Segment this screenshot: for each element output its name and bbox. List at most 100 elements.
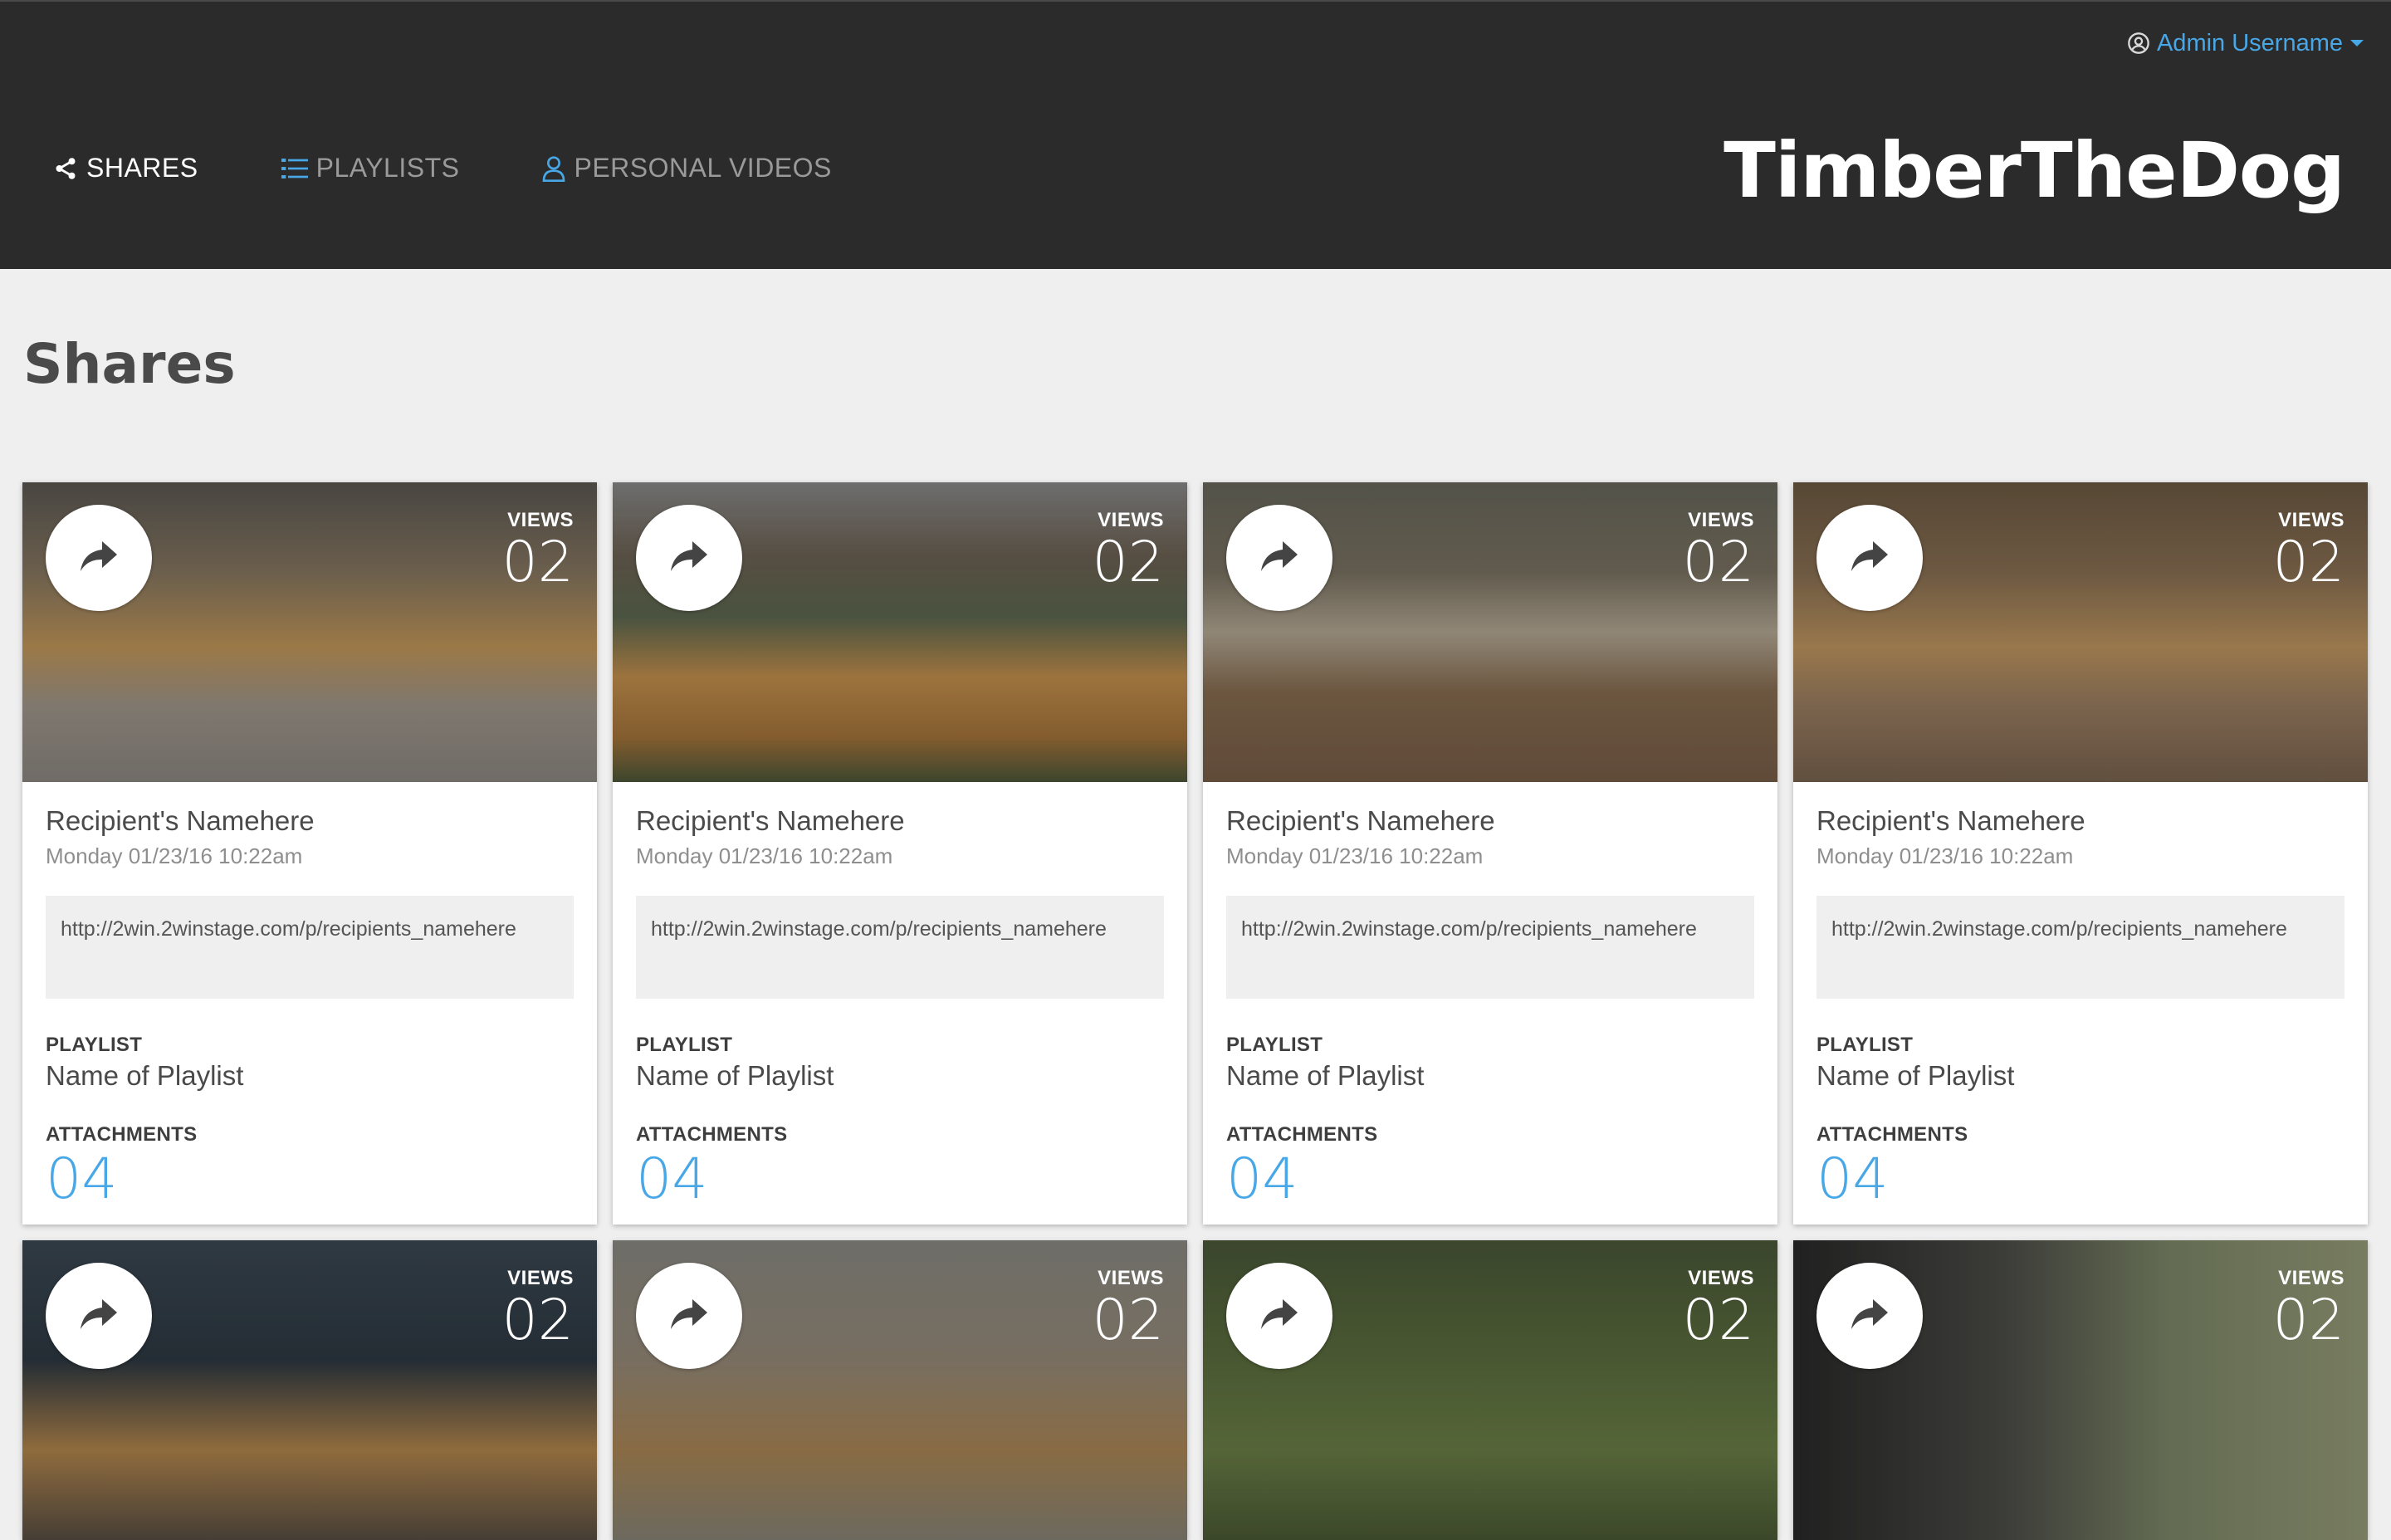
reply-arrow-icon	[1259, 1297, 1299, 1336]
views-counter: VIEWS 02	[1092, 509, 1164, 594]
views-counter: VIEWS 02	[1682, 509, 1754, 594]
views-count: 02	[501, 1288, 574, 1353]
views-label: VIEWS	[1098, 1267, 1164, 1289]
video-thumbnail[interactable]: VIEWS 02	[22, 482, 597, 782]
views-count: 02	[2272, 1288, 2345, 1353]
share-date: Monday 01/23/16 10:22am	[1226, 843, 1484, 868]
views-counter: VIEWS 02	[2272, 509, 2345, 594]
user-menu[interactable]: Admin Username	[2127, 27, 2364, 60]
recipient-name: Recipient's Namehere	[1226, 805, 1495, 836]
views-counter: VIEWS 02	[501, 509, 574, 594]
views-count: 02	[1682, 530, 1754, 595]
page-title: Shares	[23, 332, 236, 396]
views-counter: VIEWS 02	[2272, 1267, 2345, 1352]
share-button[interactable]	[46, 505, 152, 611]
reply-arrow-icon	[79, 539, 119, 578]
views-label: VIEWS	[1098, 509, 1164, 531]
video-thumbnail[interactable]: VIEWS 02	[613, 482, 1187, 782]
top-bar: Admin Username SHARES PLAYLISTS PERSONAL…	[0, 0, 2391, 269]
recipient-name: Recipient's Namehere	[636, 805, 905, 836]
reply-arrow-icon	[669, 539, 709, 578]
share-card[interactable]: VIEWS 02 Recipient's Namehere Monday 01/…	[1793, 482, 2368, 1225]
caret-down-icon	[2349, 38, 2364, 48]
share-link[interactable]: http://2win.2winstage.com/p/recipients_n…	[636, 896, 1164, 999]
nav-personal-videos-label: PERSONAL VIDEOS	[574, 153, 832, 183]
video-thumbnail[interactable]: VIEWS 02	[1793, 482, 2368, 782]
share-card[interactable]: VIEWS 02 Recipient's Namehere Monday 01/…	[22, 482, 597, 1225]
share-card[interactable]: VIEWS 02	[22, 1240, 597, 1540]
share-date: Monday 01/23/16 10:22am	[46, 843, 303, 868]
reply-arrow-icon	[79, 1297, 119, 1336]
views-count: 02	[1682, 1288, 1754, 1353]
attachments-label: ATTACHMENTS	[1816, 1123, 1968, 1146]
list-icon	[281, 157, 308, 180]
playlist-label: PLAYLIST	[1226, 1034, 1323, 1056]
views-label: VIEWS	[1688, 509, 1754, 531]
views-count: 02	[501, 530, 574, 595]
card-body: Recipient's Namehere Monday 01/23/16 10:…	[613, 782, 1187, 1225]
main-nav: SHARES PLAYLISTS PERSONAL VIDEOS	[53, 153, 832, 183]
views-count: 02	[1092, 530, 1164, 595]
card-body: Recipient's Namehere Monday 01/23/16 10:…	[22, 782, 597, 1225]
attachments-count[interactable]: 04	[46, 1151, 574, 1208]
card-body: Recipient's Namehere Monday 01/23/16 10:…	[1203, 782, 1777, 1225]
playlist-name: Name of Playlist	[636, 1060, 834, 1091]
nav-playlists[interactable]: PLAYLISTS	[281, 153, 460, 183]
views-count: 02	[1092, 1288, 1164, 1353]
share-button[interactable]	[46, 1263, 152, 1369]
share-link[interactable]: http://2win.2winstage.com/p/recipients_n…	[46, 896, 574, 999]
nav-personal-videos[interactable]: PERSONAL VIDEOS	[542, 153, 831, 183]
share-button[interactable]	[1226, 505, 1332, 611]
playlist-label: PLAYLIST	[46, 1034, 143, 1056]
brand-title: TimberTheDog	[1724, 126, 2345, 215]
views-label: VIEWS	[1688, 1267, 1754, 1289]
nav-shares[interactable]: SHARES	[53, 153, 198, 183]
attachments-count[interactable]: 04	[1816, 1151, 2345, 1208]
share-button[interactable]	[636, 505, 742, 611]
video-thumbnail[interactable]: VIEWS 02	[1203, 1240, 1777, 1540]
playlist-label: PLAYLIST	[636, 1034, 733, 1056]
video-thumbnail[interactable]: VIEWS 02	[1203, 482, 1777, 782]
recipient-name: Recipient's Namehere	[1816, 805, 2085, 836]
attachments-count[interactable]: 04	[1226, 1151, 1754, 1208]
views-counter: VIEWS 02	[1682, 1267, 1754, 1352]
user-name: Admin Username	[2156, 29, 2343, 56]
shares-grid: VIEWS 02 Recipient's Namehere Monday 01/…	[22, 482, 2369, 1540]
video-thumbnail[interactable]: VIEWS 02	[22, 1240, 597, 1540]
video-thumbnail[interactable]: VIEWS 02	[613, 1240, 1187, 1540]
views-counter: VIEWS 02	[1092, 1267, 1164, 1352]
playlist-name: Name of Playlist	[1816, 1060, 2015, 1091]
recipient-name: Recipient's Namehere	[46, 805, 315, 836]
views-counter: VIEWS 02	[501, 1267, 574, 1352]
attachments-label: ATTACHMENTS	[1226, 1123, 1378, 1146]
share-button[interactable]	[636, 1263, 742, 1369]
reply-arrow-icon	[669, 1297, 709, 1336]
share-button[interactable]	[1226, 1263, 1332, 1369]
playlist-label: PLAYLIST	[1816, 1034, 1914, 1056]
share-button[interactable]	[1816, 505, 1923, 611]
share-link[interactable]: http://2win.2winstage.com/p/recipients_n…	[1816, 896, 2345, 999]
share-card[interactable]: VIEWS 02 Recipient's Namehere Monday 01/…	[1203, 482, 1777, 1225]
attachments-label: ATTACHMENTS	[636, 1123, 788, 1146]
share-date: Monday 01/23/16 10:22am	[1816, 843, 2074, 868]
share-card[interactable]: VIEWS 02	[613, 1240, 1187, 1540]
person-icon	[542, 155, 565, 182]
share-card[interactable]: VIEWS 02	[1203, 1240, 1777, 1540]
share-button[interactable]	[1816, 1263, 1923, 1369]
views-label: VIEWS	[2278, 1267, 2345, 1289]
playlist-name: Name of Playlist	[46, 1060, 244, 1091]
attachments-count[interactable]: 04	[636, 1151, 1164, 1208]
user-circle-icon	[2127, 32, 2150, 55]
views-count: 02	[2272, 530, 2345, 595]
reply-arrow-icon	[1850, 539, 1890, 578]
reply-arrow-icon	[1259, 539, 1299, 578]
video-thumbnail[interactable]: VIEWS 02	[1793, 1240, 2368, 1540]
share-link[interactable]: http://2win.2winstage.com/p/recipients_n…	[1226, 896, 1754, 999]
nav-playlists-label: PLAYLISTS	[315, 153, 460, 183]
views-label: VIEWS	[2278, 509, 2345, 531]
card-body: Recipient's Namehere Monday 01/23/16 10:…	[1793, 782, 2368, 1225]
share-card[interactable]: VIEWS 02 Recipient's Namehere Monday 01/…	[613, 482, 1187, 1225]
share-date: Monday 01/23/16 10:22am	[636, 843, 893, 868]
share-card[interactable]: VIEWS 02	[1793, 1240, 2368, 1540]
views-label: VIEWS	[507, 1267, 574, 1289]
